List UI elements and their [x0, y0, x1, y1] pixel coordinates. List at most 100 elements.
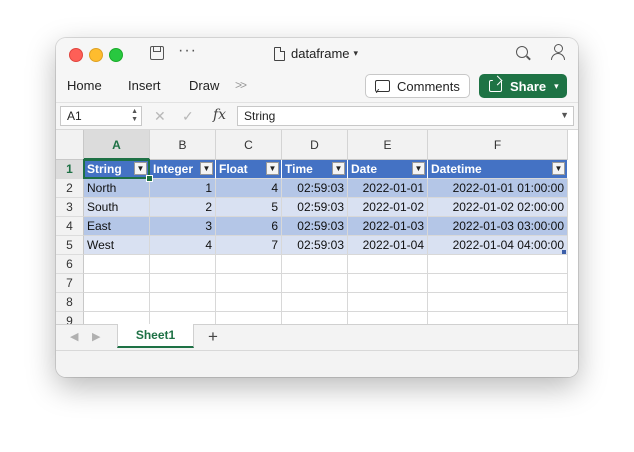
- row-header-6[interactable]: 6: [56, 255, 84, 274]
- fill-handle[interactable]: [146, 175, 153, 182]
- row-header-5[interactable]: 5: [56, 236, 84, 255]
- function-icon[interactable]: fx: [213, 107, 226, 123]
- filter-dropdown-icon[interactable]: ▼: [412, 162, 425, 175]
- grid-cell[interactable]: [282, 255, 348, 274]
- tab-insert[interactable]: Insert: [128, 78, 161, 93]
- table-cell[interactable]: 2022-01-02 02:00:00: [428, 198, 568, 217]
- previous-sheet-icon[interactable]: ◀: [70, 330, 78, 343]
- document-title-button[interactable]: dataframe ▾: [274, 46, 358, 61]
- cancel-icon[interactable]: ✕: [154, 108, 166, 125]
- column-header-d[interactable]: D: [282, 130, 348, 160]
- row-header-9[interactable]: 9: [56, 312, 84, 324]
- table-cell[interactable]: 6: [216, 217, 282, 236]
- grid-cell[interactable]: [428, 293, 568, 312]
- table-cell[interactable]: 2022-01-04: [348, 236, 428, 255]
- table-header-cell[interactable]: Datetime ▼: [428, 160, 568, 179]
- grid-cell[interactable]: [282, 312, 348, 324]
- sheet-tab-sheet1[interactable]: Sheet1: [117, 324, 194, 348]
- add-sheet-button[interactable]: +: [208, 327, 218, 347]
- more-tabs-icon[interactable]: >>: [235, 78, 247, 92]
- row-header-3[interactable]: 3: [56, 198, 84, 217]
- chevron-down-icon[interactable]: ▼: [560, 110, 569, 120]
- column-header-c[interactable]: C: [216, 130, 282, 160]
- table-cell[interactable]: 1: [150, 179, 216, 198]
- comments-button[interactable]: Comments: [365, 74, 470, 98]
- grid-cell[interactable]: [84, 293, 150, 312]
- grid-cell[interactable]: [216, 293, 282, 312]
- close-window-button[interactable]: [69, 48, 83, 62]
- grid-cell[interactable]: [216, 312, 282, 324]
- maximize-window-button[interactable]: [109, 48, 123, 62]
- table-header-cell[interactable]: Integer ▼: [150, 160, 216, 179]
- table-header-cell[interactable]: String ▼: [84, 160, 150, 179]
- share-button[interactable]: Share ▾: [479, 74, 567, 98]
- table-cell[interactable]: 2022-01-02: [348, 198, 428, 217]
- table-cell[interactable]: East: [84, 217, 150, 236]
- table-header-cell[interactable]: Time ▼: [282, 160, 348, 179]
- table-cell[interactable]: 2022-01-04 04:00:00: [428, 236, 568, 255]
- grid-cell[interactable]: [348, 255, 428, 274]
- name-box[interactable]: A1 ▲ ▼: [60, 106, 142, 126]
- table-header-cell[interactable]: Float ▼: [216, 160, 282, 179]
- row-header-1[interactable]: 1: [56, 160, 84, 179]
- filter-dropdown-icon[interactable]: ▼: [134, 162, 147, 175]
- tab-home[interactable]: Home: [67, 78, 102, 93]
- column-header-e[interactable]: E: [348, 130, 428, 160]
- table-cell[interactable]: 2022-01-03: [348, 217, 428, 236]
- grid-cell[interactable]: [150, 274, 216, 293]
- table-cell[interactable]: 02:59:03: [282, 217, 348, 236]
- account-icon[interactable]: [550, 44, 566, 60]
- more-options-icon[interactable]: ···: [178, 42, 197, 60]
- grid-cell[interactable]: [348, 312, 428, 324]
- table-cell[interactable]: 4: [216, 179, 282, 198]
- grid-cell[interactable]: [348, 293, 428, 312]
- grid-cell[interactable]: [282, 293, 348, 312]
- grid-cell[interactable]: [216, 274, 282, 293]
- row-header-8[interactable]: 8: [56, 293, 84, 312]
- grid-cell[interactable]: [282, 274, 348, 293]
- column-header-a[interactable]: A: [84, 130, 150, 160]
- column-header-b[interactable]: B: [150, 130, 216, 160]
- row-header-4[interactable]: 4: [56, 217, 84, 236]
- grid-cell[interactable]: [428, 274, 568, 293]
- table-cell[interactable]: 7: [216, 236, 282, 255]
- filter-dropdown-icon[interactable]: ▼: [552, 162, 565, 175]
- tab-draw[interactable]: Draw: [189, 78, 219, 93]
- grid-cell[interactable]: [348, 274, 428, 293]
- checkmark-icon[interactable]: ✓: [182, 108, 194, 125]
- table-cell[interactable]: West: [84, 236, 150, 255]
- grid-cell[interactable]: [428, 255, 568, 274]
- grid-cell[interactable]: [84, 312, 150, 324]
- column-header-f[interactable]: F: [428, 130, 568, 160]
- filter-dropdown-icon[interactable]: ▼: [266, 162, 279, 175]
- minimize-window-button[interactable]: [89, 48, 103, 62]
- table-cell[interactable]: 02:59:03: [282, 179, 348, 198]
- table-cell[interactable]: North: [84, 179, 150, 198]
- table-cell[interactable]: 2022-01-03 03:00:00: [428, 217, 568, 236]
- search-icon[interactable]: [516, 46, 528, 58]
- table-cell[interactable]: 4: [150, 236, 216, 255]
- grid-cell[interactable]: [84, 274, 150, 293]
- table-cell[interactable]: 2022-01-01 01:00:00: [428, 179, 568, 198]
- row-header-2[interactable]: 2: [56, 179, 84, 198]
- grid-cell[interactable]: [150, 255, 216, 274]
- spreadsheet-grid[interactable]: A B C D E F 1 String ▼ Integer ▼ Float ▼ Time ▼ Date ▼ Da…: [56, 130, 578, 324]
- grid-cell[interactable]: [428, 312, 568, 324]
- save-icon[interactable]: [150, 46, 164, 60]
- table-header-cell[interactable]: Date ▼: [348, 160, 428, 179]
- filter-dropdown-icon[interactable]: ▼: [332, 162, 345, 175]
- grid-cell[interactable]: [84, 255, 150, 274]
- table-cell[interactable]: South: [84, 198, 150, 217]
- select-all-corner[interactable]: [56, 130, 84, 160]
- table-cell[interactable]: 2: [150, 198, 216, 217]
- next-sheet-icon[interactable]: ▶: [92, 330, 100, 343]
- chevron-down-icon[interactable]: ▾: [554, 81, 559, 92]
- table-cell[interactable]: 5: [216, 198, 282, 217]
- table-cell[interactable]: 02:59:03: [282, 236, 348, 255]
- table-cell[interactable]: 3: [150, 217, 216, 236]
- grid-cell[interactable]: [216, 255, 282, 274]
- row-header-7[interactable]: 7: [56, 274, 84, 293]
- table-resize-handle[interactable]: [562, 250, 566, 254]
- filter-dropdown-icon[interactable]: ▼: [200, 162, 213, 175]
- table-cell[interactable]: 02:59:03: [282, 198, 348, 217]
